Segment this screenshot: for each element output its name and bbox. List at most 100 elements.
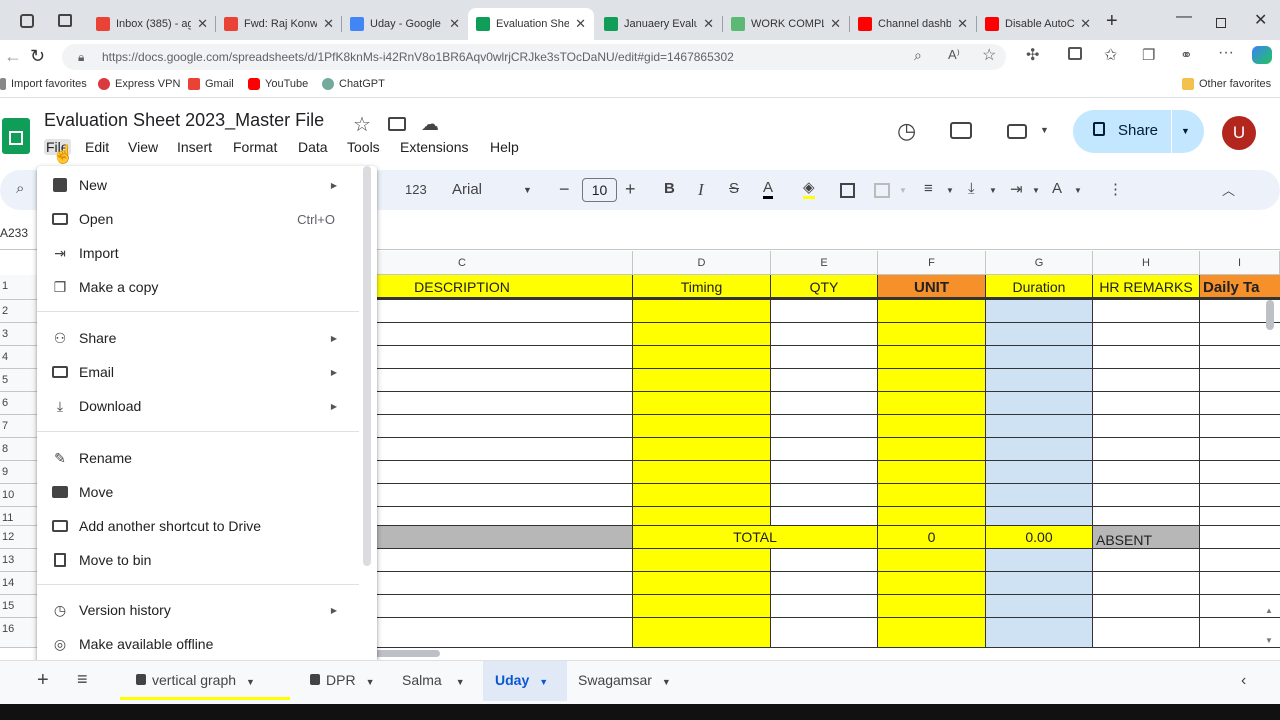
cell[interactable] [1093,392,1200,415]
avatar[interactable]: U [1222,116,1256,150]
bookmark-item[interactable]: Gmail [188,78,234,90]
chevron-down-icon[interactable]: ▼ [523,185,532,195]
chevron-down-icon[interactable]: ▼ [1074,186,1082,195]
collections-icon[interactable]: ❐ [1142,46,1155,64]
cell[interactable] [986,438,1093,461]
cell[interactable] [986,369,1093,392]
row-header[interactable]: 3 [0,323,37,346]
sheet-tab-dpr[interactable]: DPR ▼ [310,672,374,688]
document-title[interactable]: Evaluation Sheet 2023_Master File [44,110,324,131]
cell[interactable] [1093,461,1200,484]
menu-item-share[interactable]: ⚇ Share ▶ [37,322,367,354]
cell[interactable] [1093,507,1200,526]
copilot-icon[interactable] [1252,46,1272,64]
browser-tab[interactable]: Disable AutoCA✕ [977,8,1099,40]
zoom-icon[interactable]: ⌕ [914,47,922,64]
cell[interactable] [986,461,1093,484]
row-header[interactable]: 2 [0,300,37,323]
column-header-i[interactable]: I [1200,251,1280,275]
new-tab-icon[interactable]: + [1106,10,1118,33]
vpn-icon[interactable]: ⚭ [1180,46,1193,64]
cell[interactable] [771,461,878,484]
cell[interactable] [986,415,1093,438]
borders-icon[interactable] [840,183,855,198]
close-icon[interactable]: ✕ [449,16,460,32]
cell[interactable] [986,300,1093,323]
row-header[interactable]: 9 [0,461,37,484]
browser-tab[interactable]: WORK COMPLE✕ [723,8,849,40]
cell[interactable] [633,323,771,346]
star-icon[interactable]: ☆ [353,112,371,137]
scroll-up-icon[interactable]: ▲ [1265,606,1273,615]
chevron-down-icon[interactable]: ▼ [989,186,997,195]
cell[interactable] [771,346,878,369]
cell[interactable] [878,572,986,595]
header-cell-i[interactable]: Daily Ta [1200,275,1280,300]
close-window-icon[interactable]: ✕ [1254,10,1267,30]
browser-tab[interactable]: Channel dashbo ✕ [850,8,976,40]
cell[interactable] [771,595,878,618]
sheets-nav-left-icon[interactable]: ‹ [1241,672,1246,690]
cell[interactable] [771,484,878,507]
cell[interactable] [878,300,986,323]
browser-tab[interactable]: Fwd: Raj Konwa ✕ [216,8,342,40]
cell[interactable] [771,300,878,323]
chevron-down-icon[interactable]: ▼ [246,677,255,687]
cell[interactable] [1200,572,1280,595]
cell[interactable] [633,438,771,461]
cell[interactable] [1200,484,1280,507]
menu-help[interactable]: Help [490,139,519,155]
back-icon[interactable]: ← [4,46,22,67]
site-info-icon[interactable]: 🔒︎ [78,44,84,70]
menu-item-download[interactable]: ⤓ Download ▶ [37,390,367,422]
absent-cell[interactable]: ABSENT [1093,526,1200,549]
number-format[interactable]: 123 [405,182,427,197]
cell[interactable] [633,618,771,648]
browser-tab[interactable]: Uday - Google D✕ [342,8,468,40]
version-history-icon[interactable]: ◷ [897,118,916,144]
close-icon[interactable]: ✕ [703,16,714,32]
cell[interactable] [986,595,1093,618]
browser-tab[interactable]: Inbox (385) - ag ✕ [88,8,216,40]
read-aloud-icon[interactable]: A⁾ [948,47,960,63]
cell[interactable] [633,346,771,369]
comments-icon[interactable] [950,122,972,139]
cell[interactable] [1093,595,1200,618]
total-label-cell[interactable]: TOTAL [633,526,878,549]
cell[interactable] [771,415,878,438]
menu-item-version-history[interactable]: ◷ Version history ▶ [37,594,367,626]
cell[interactable] [1093,323,1200,346]
text-color-icon[interactable]: A [763,180,774,199]
menu-item-new[interactable]: New ▶ [37,169,367,201]
cell[interactable] [878,618,986,648]
menu-scrollbar[interactable] [363,166,371,566]
cell[interactable] [771,549,878,572]
cell[interactable] [878,415,986,438]
cell[interactable] [771,618,878,648]
cell[interactable] [986,392,1093,415]
bold-icon[interactable]: B [664,180,675,197]
cell[interactable] [633,549,771,572]
move-to-folder-icon[interactable] [388,117,406,131]
header-cell-g[interactable]: Duration [986,275,1093,300]
bookmark-item[interactable]: YouTube [248,78,308,90]
close-icon[interactable]: ✕ [575,16,586,32]
menu-item-email[interactable]: Email ▶ [37,356,367,388]
menu-item-add-shortcut[interactable]: Add another shortcut to Drive [37,510,367,542]
search-icon[interactable]: ⌕ [16,180,24,197]
sheet-tab-uday[interactable]: Uday ▼ [495,672,548,688]
cell[interactable] [771,369,878,392]
menu-tools[interactable]: Tools [347,139,380,155]
cell[interactable] [633,572,771,595]
scroll-down-icon[interactable]: ▼ [1265,636,1273,645]
close-icon[interactable]: ✕ [1080,16,1091,32]
cell[interactable] [878,595,986,618]
cell[interactable] [878,484,986,507]
share-button[interactable]: Share ▼ [1073,110,1204,153]
decrease-font-size-icon[interactable]: − [559,179,570,200]
close-icon[interactable]: ✕ [323,16,334,32]
close-icon[interactable]: ✕ [197,16,208,32]
menu-item-rename[interactable]: ✎ Rename [37,442,367,474]
strikethrough-icon[interactable]: S [729,180,739,197]
menu-data[interactable]: Data [298,139,328,155]
